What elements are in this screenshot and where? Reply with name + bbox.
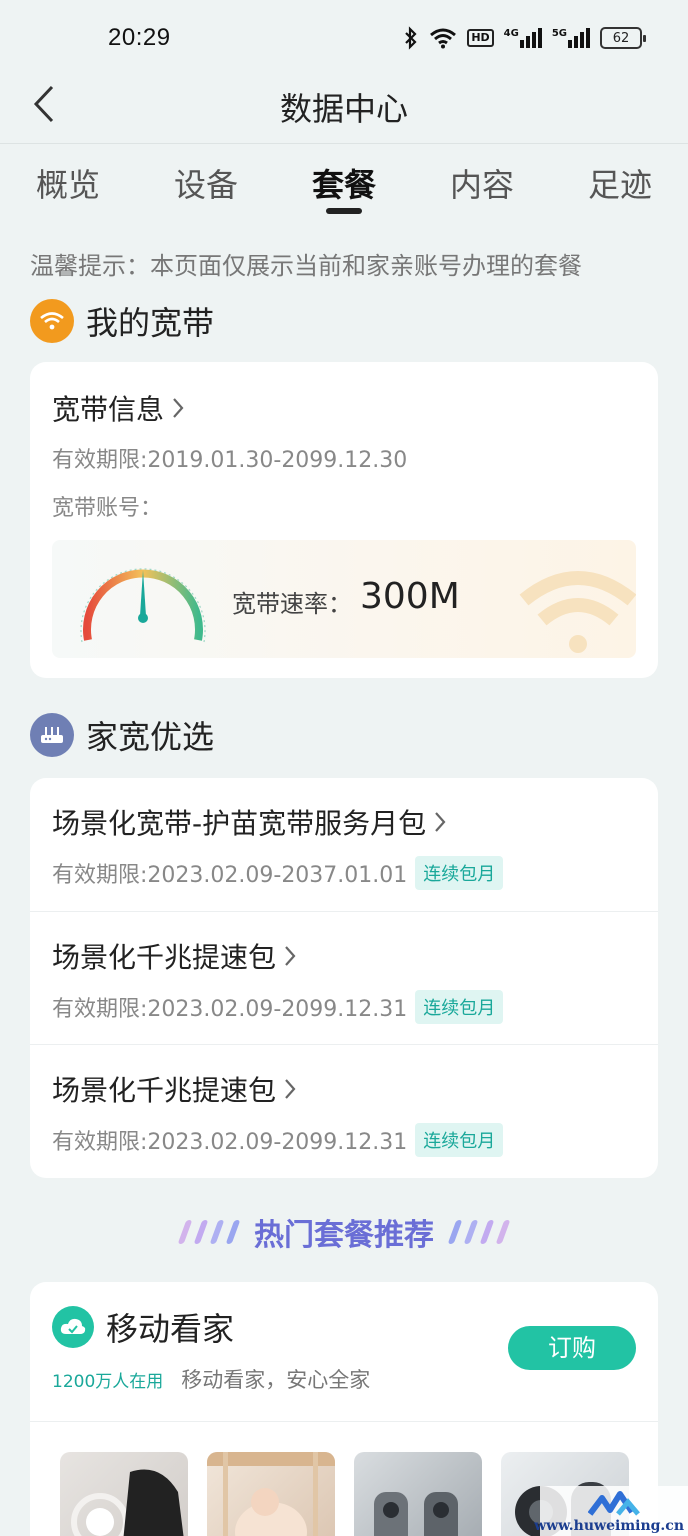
broadband-info-title: 宽带信息 [52,393,165,426]
package-title: 场景化千兆提速包 [52,941,277,974]
tab-indicator [326,208,362,214]
broadband-info-link[interactable]: 宽带信息 [52,388,184,428]
router-icon [30,713,74,757]
package-item[interactable]: 场景化千兆提速包 有效期限:2023.02.09-2099.12.31 连续包月 [30,1044,658,1177]
net-5g-label: 5G [551,28,567,39]
watermark-text: www.huweiming.cn [534,1518,684,1534]
chevron-right-icon [434,811,446,833]
package-tag: 连续包月 [415,1123,504,1157]
product-users: 1200万人在用 [52,1371,164,1392]
product-name: 移动看家 [106,1310,235,1348]
package-title: 场景化宽带-护苗宽带服务月包 [52,807,427,840]
tab-footprints[interactable]: 足迹 [588,160,652,206]
section-title-label: 我的宽带 [86,304,215,342]
package-list-card: 场景化宽带-护苗宽带服务月包 有效期限:2023.02.09-2037.01.0… [30,778,658,1178]
speed-value: 300M [360,576,460,617]
product-header: 移动看家 [52,1304,234,1350]
hot-packages-title: 热门套餐推荐 [254,1218,434,1253]
cloud-home-icon [52,1306,94,1348]
chevron-right-icon [172,397,184,419]
divider [30,1421,658,1422]
signal-4g-icon: 4G [504,28,542,48]
net-4g-label: 4G [503,28,519,39]
tab-devices[interactable]: 设备 [174,160,238,206]
product-thumbnail[interactable] [60,1452,188,1536]
status-bar: 20:29 HD 4G 5G 62 [0,0,688,78]
package-validity: 有效期限:2023.02.09-2037.01.01 [52,863,408,888]
decorative-slashes-left [177,1220,241,1244]
battery-icon: 62 [600,27,646,49]
site-watermark: www.huweiming.cn [534,1486,688,1536]
package-meta: 有效期限:2023.02.09-2099.12.31 连续包月 [52,990,636,1024]
bluetooth-icon [403,26,419,50]
header: 数据中心 [0,78,688,144]
decorative-slashes-right [447,1220,511,1244]
section-title-label: 家宽优选 [86,718,215,756]
status-time: 20:29 [108,24,171,51]
site-logo [588,1491,640,1516]
status-icons: HD 4G 5G 62 [403,26,646,50]
chevron-right-icon [284,945,296,967]
product-subline: 1200万人在用 移动看家，安心全家 [52,1364,370,1394]
broadband-validity: 有效期限:2019.01.30-2099.12.30 [52,448,408,473]
package-item[interactable]: 场景化千兆提速包 有效期限:2023.02.09-2099.12.31 连续包月 [30,911,658,1044]
tab-bar: 概览 设备 套餐 内容 足迹 [0,160,688,220]
package-title: 场景化千兆提速包 [52,1074,277,1107]
section-home-broadband-selected: 家宽优选 [30,712,214,758]
wifi-icon [30,299,74,343]
section-my-broadband: 我的宽带 [30,298,214,344]
speed-panel: 宽带速率： 300M [52,540,636,658]
product-thumbnail[interactable] [207,1452,335,1536]
signal-5g-icon: 5G [552,28,590,48]
page-title: 数据中心 [279,90,408,128]
package-meta: 有效期限:2023.02.09-2099.12.31 连续包月 [52,1123,636,1157]
chevron-right-icon [284,1078,296,1100]
broadband-card: 宽带信息 有效期限:2019.01.30-2099.12.30 宽带账号： 宽带… [30,362,658,678]
broadband-account: 宽带账号： [52,496,163,521]
product-slogan: 移动看家，安心全家 [181,1368,371,1392]
hd-badge: HD [467,29,494,47]
package-meta: 有效期限:2023.02.09-2037.01.01 连续包月 [52,856,636,890]
tab-content[interactable]: 内容 [450,160,514,206]
package-title-row: 场景化千兆提速包 [52,1069,636,1109]
package-title-row: 场景化宽带-护苗宽带服务月包 [52,802,636,842]
wifi-status-icon [429,27,457,49]
package-validity: 有效期限:2023.02.09-2099.12.31 [52,1130,408,1155]
package-title-row: 场景化千兆提速包 [52,936,636,976]
package-item[interactable]: 场景化宽带-护苗宽带服务月包 有效期限:2023.02.09-2037.01.0… [30,778,658,911]
notice-text: 温馨提示：本页面仅展示当前和家亲账号办理的套餐 [30,252,582,280]
tab-packages[interactable]: 套餐 [312,160,376,206]
order-button[interactable]: 订购 [508,1326,636,1370]
hot-packages-heading: 热门套餐推荐 [0,1210,688,1254]
product-thumbnail[interactable] [354,1452,482,1536]
package-validity: 有效期限:2023.02.09-2099.12.31 [52,997,408,1022]
battery-level: 62 [612,30,630,46]
tab-overview[interactable]: 概览 [36,160,100,206]
package-tag: 连续包月 [415,856,504,890]
speed-label: 宽带速率： [232,590,352,618]
speed-gauge-icon [80,568,206,643]
package-tag: 连续包月 [415,990,504,1024]
wifi-watermark-icon [519,571,636,653]
